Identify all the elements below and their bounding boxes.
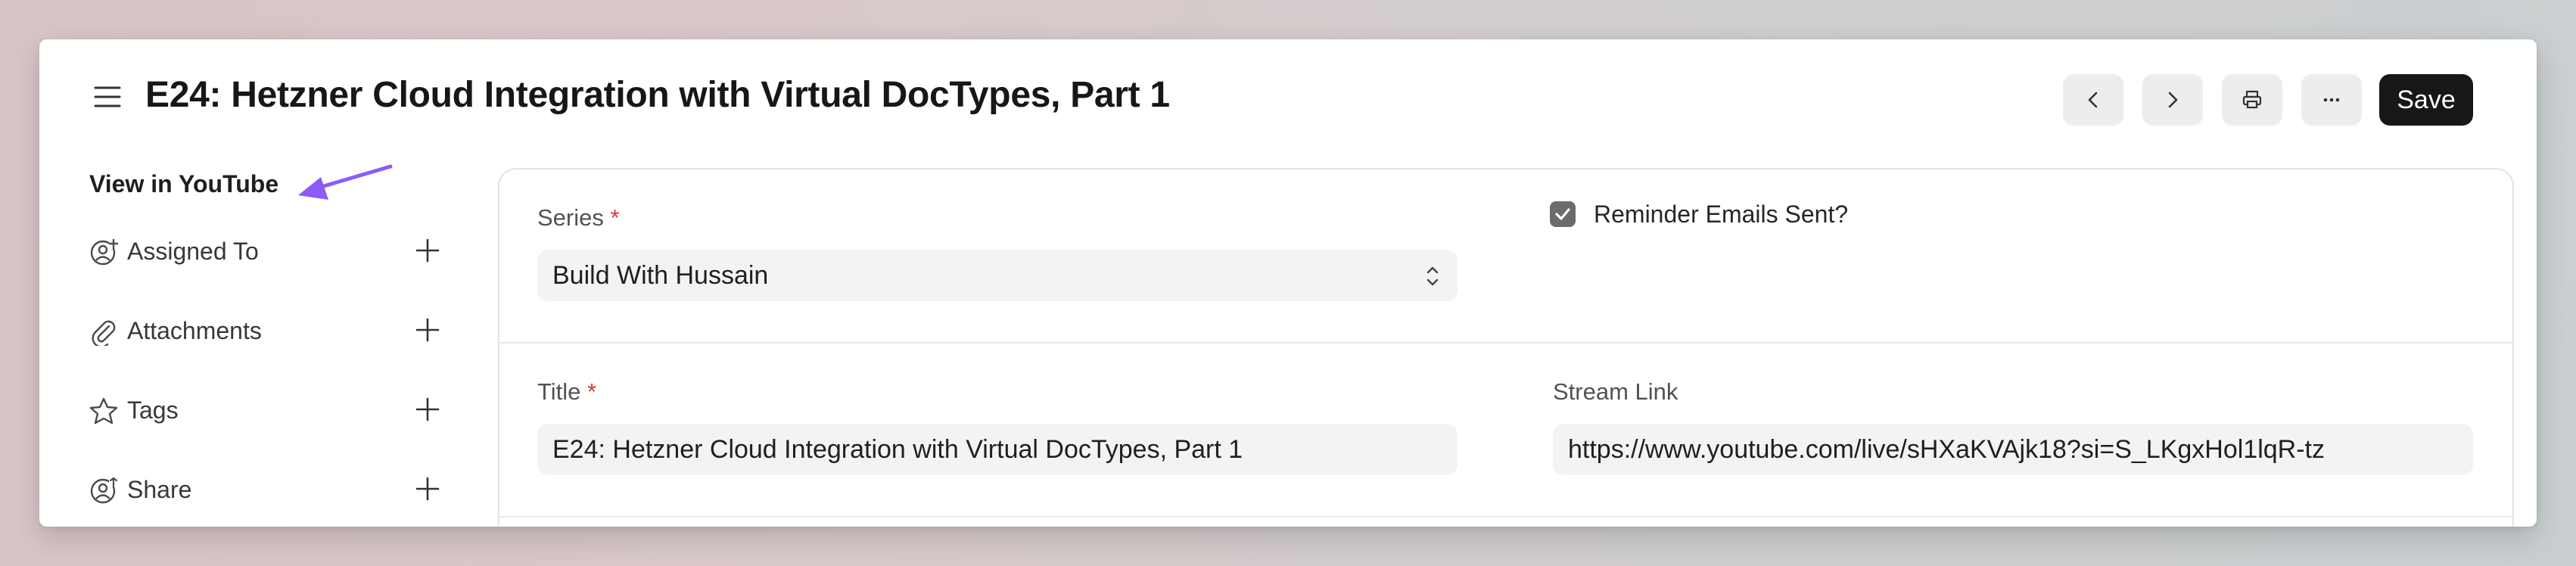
sidebar-item-tags[interactable]: Tags (89, 387, 453, 433)
paperclip-icon (92, 320, 116, 346)
form-card: Series * Build With Hussain Reminder Ema… (498, 168, 2514, 527)
stream-link-label: Stream Link (1553, 378, 1678, 405)
arrow-pointer-icon (298, 164, 393, 200)
section-divider (499, 516, 2512, 518)
previous-record-button[interactable] (2063, 74, 2123, 126)
reminder-emails-checkbox[interactable] (1550, 201, 1576, 227)
page-title: E24: Hetzner Cloud Integration with Virt… (145, 75, 1170, 115)
series-label-text: Series (537, 204, 604, 231)
title-label: Title * (537, 378, 596, 406)
sidebar-item-label: Assigned To (127, 238, 259, 265)
more-actions-button[interactable] (2301, 74, 2362, 126)
hamburger-menu-icon[interactable] (92, 82, 123, 112)
ellipsis-icon (2323, 98, 2340, 102)
stream-link-input[interactable]: https://www.youtube.com/live/sHXaKVAjk18… (1553, 424, 2473, 475)
stream-link-value: https://www.youtube.com/live/sHXaKVAjk18… (1568, 434, 2325, 464)
select-arrows-icon (1426, 266, 1439, 286)
app-window: E24: Hetzner Cloud Integration with Virt… (39, 39, 2537, 527)
sidebar-item-attachments[interactable]: Attachments (89, 308, 453, 353)
sidebar-item-share[interactable]: Share (89, 467, 453, 512)
plus-icon[interactable] (413, 316, 442, 344)
plus-icon[interactable] (413, 236, 442, 265)
next-record-button[interactable] (2142, 74, 2203, 126)
plus-icon[interactable] (413, 474, 442, 503)
series-select[interactable]: Build With Hussain (537, 250, 1458, 301)
title-label-text: Title (537, 378, 581, 405)
star-icon (89, 397, 118, 424)
share-user-icon (90, 477, 118, 504)
save-button[interactable]: Save (2379, 74, 2473, 126)
view-in-youtube-link[interactable]: View in YouTube (89, 170, 278, 198)
plus-icon[interactable] (413, 395, 442, 424)
series-label: Series * (537, 204, 620, 232)
add-user-icon (90, 238, 118, 266)
chevron-left-icon (2088, 92, 2098, 108)
title-input[interactable]: E24: Hetzner Cloud Integration with Virt… (537, 424, 1458, 475)
sidebar-item-label: Share (127, 476, 192, 503)
required-marker: * (587, 378, 597, 405)
required-marker: * (610, 204, 620, 231)
printer-icon (2242, 90, 2262, 109)
reminder-emails-label: Reminder Emails Sent? (1594, 201, 1849, 228)
sidebar-item-label: Attachments (127, 317, 262, 344)
series-value: Build With Hussain (552, 260, 769, 290)
section-divider (499, 342, 2512, 344)
checkmark-icon (1555, 208, 1570, 220)
sidebar-item-assigned-to[interactable]: Assigned To (89, 229, 453, 274)
chevron-right-icon (2168, 92, 2178, 108)
sidebar-item-label: Tags (127, 397, 179, 424)
print-button[interactable] (2222, 74, 2282, 126)
title-value: E24: Hetzner Cloud Integration with Virt… (552, 434, 1243, 464)
